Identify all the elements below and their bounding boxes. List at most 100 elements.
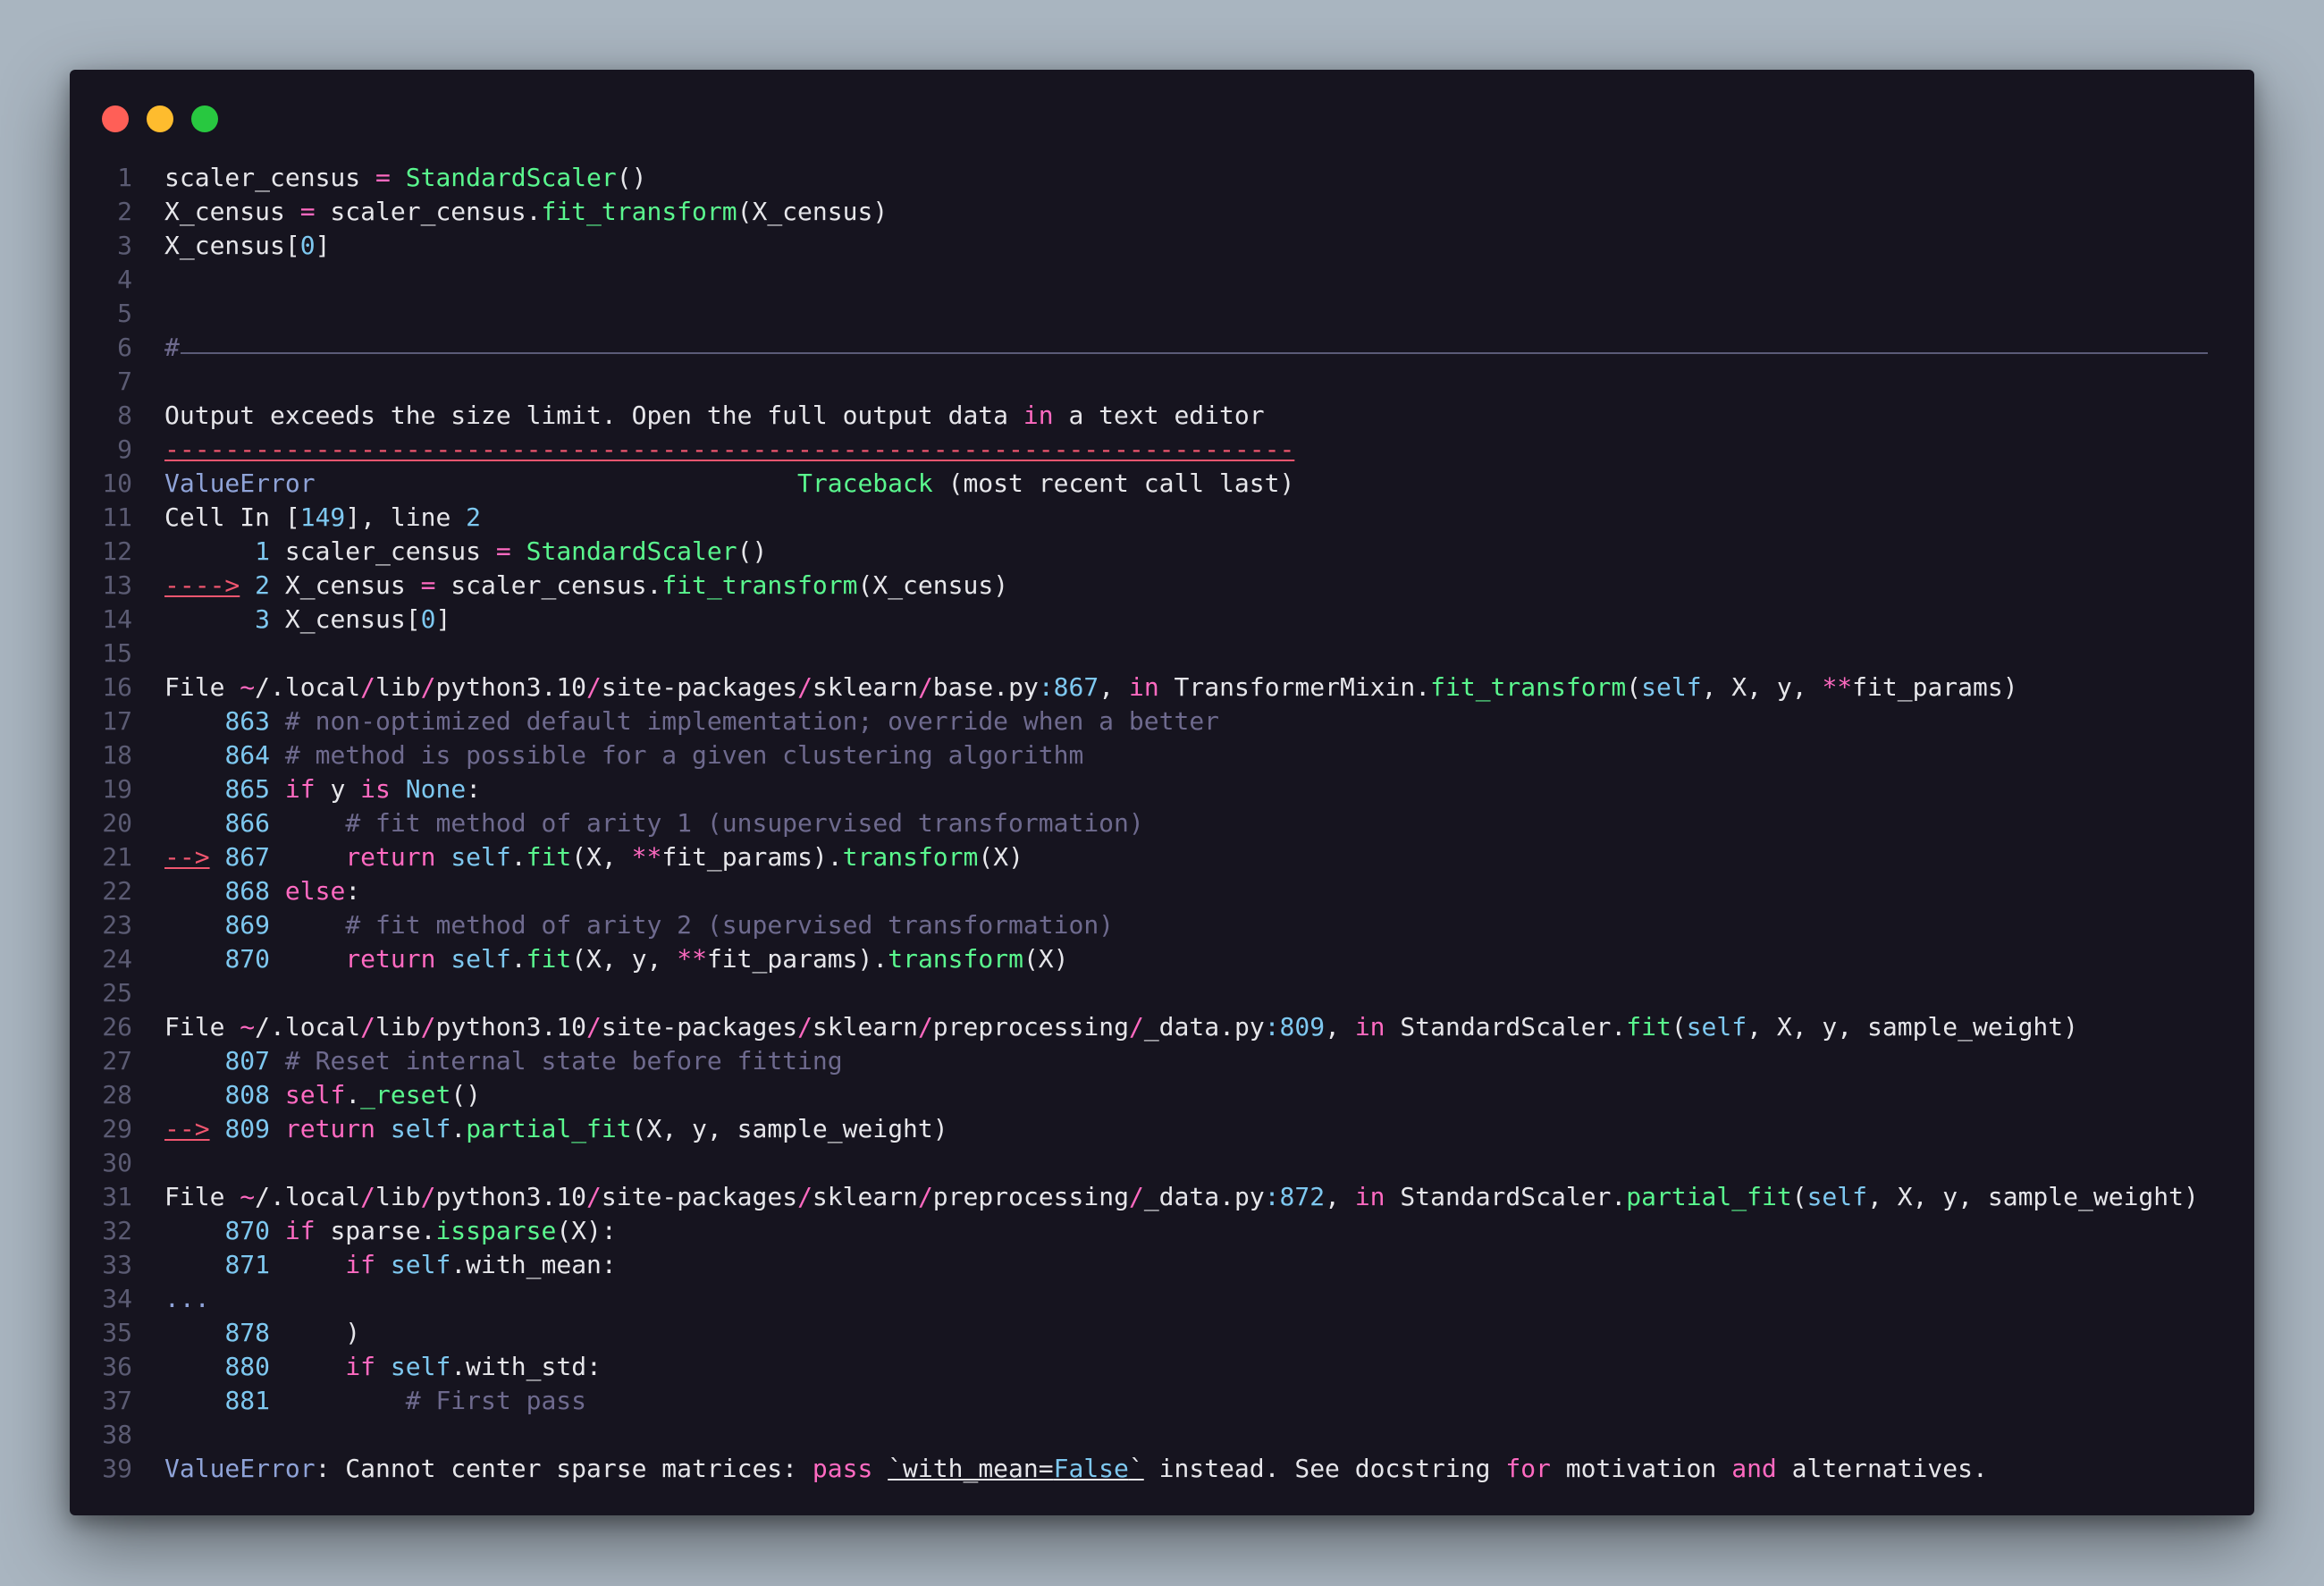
code-token: scaler_census. xyxy=(315,197,542,226)
code-token: site-packages xyxy=(601,1182,798,1211)
code-token: (X_census) xyxy=(857,570,1009,600)
line-number: 25 xyxy=(102,978,132,1008)
line-number: 35 xyxy=(102,1318,132,1347)
code-line: 10 ValueError Traceback (most recent call… xyxy=(70,467,2254,501)
code-line: 5 xyxy=(70,297,2254,331)
code-token: sklearn xyxy=(812,672,918,702)
code-token: / xyxy=(1128,1012,1144,1042)
code-token: sklearn xyxy=(812,1182,918,1211)
code-line: 8 Output exceeds the size limit. Open the… xyxy=(70,399,2254,433)
line-text: 863 # non-optimized default implementati… xyxy=(164,704,1219,738)
code-token: 880 xyxy=(224,1352,271,1381)
code-token: site-packages xyxy=(601,1012,798,1042)
code-token: `with_mean= xyxy=(888,1454,1054,1483)
code-token: / xyxy=(797,672,813,702)
code-token: return xyxy=(345,944,436,974)
code-token: / xyxy=(917,1012,933,1042)
code-token: return xyxy=(284,1114,376,1143)
code-token: 870 xyxy=(224,1216,271,1245)
line-text: 881 # First pass xyxy=(164,1384,586,1418)
code-token: / xyxy=(917,1182,933,1211)
code-token: , xyxy=(1099,672,1129,702)
code-line: 36 880 if self.with_std: xyxy=(70,1350,2254,1384)
code-token: 809 xyxy=(224,1114,271,1143)
code-line: 25 xyxy=(70,976,2254,1010)
code-output: 1 scaler_census = StandardScaler() 2 X_cens… xyxy=(70,161,2254,1486)
code-token: ** xyxy=(631,842,662,872)
line-text: 864 # method is possible for a given clu… xyxy=(164,738,1083,772)
code-token: 807 xyxy=(224,1046,271,1076)
code-token: --> xyxy=(164,842,210,872)
line-number: 21 xyxy=(102,842,132,872)
code-token: = xyxy=(420,570,436,600)
line-number: 37 xyxy=(102,1386,132,1415)
zoom-button[interactable] xyxy=(191,105,218,132)
line-text: 3 X_census[0] xyxy=(164,603,450,637)
line-number: 5 xyxy=(117,299,132,328)
code-token: scaler_census xyxy=(270,536,496,566)
code-token: preprocessing xyxy=(932,1182,1129,1211)
code-line: 28 808 self._reset() xyxy=(70,1078,2254,1112)
code-token: if xyxy=(284,774,316,804)
code-token: (X) xyxy=(1023,944,1069,974)
line-text: File ~/.local/lib/python3.10/site-packag… xyxy=(164,671,2018,704)
line-number: 27 xyxy=(102,1046,132,1076)
code-token: self xyxy=(390,1352,451,1381)
code-token: () xyxy=(737,536,768,566)
code-token: python3.10 xyxy=(435,1182,587,1211)
code-token: y xyxy=(315,774,361,804)
code-token: / xyxy=(360,1182,376,1211)
code-token: : xyxy=(345,876,361,906)
line-number: 29 xyxy=(102,1114,132,1143)
code-token: ) xyxy=(270,1318,361,1347)
close-button[interactable] xyxy=(102,105,129,132)
code-token: ~ xyxy=(240,1012,256,1042)
code-token: ** xyxy=(677,944,707,974)
line-number: 6 xyxy=(117,333,132,362)
line-text: ValueError Traceback (most recent call l… xyxy=(164,467,1294,501)
code-token: self xyxy=(390,1114,451,1143)
code-token: X_census[ xyxy=(164,231,300,260)
code-token: if xyxy=(284,1216,316,1245)
code-token: 2 xyxy=(466,502,482,532)
code-token: # method is possible for a given cluster… xyxy=(284,740,1084,770)
code-token: 878 xyxy=(224,1318,271,1347)
code-token: # fit method of arity 1 (unsupervised tr… xyxy=(345,808,1144,838)
code-line: 23 869 # fit method of arity 2 (supervis… xyxy=(70,908,2254,942)
line-text: X_census = scaler_census.fit_transform(X… xyxy=(164,195,888,229)
minimize-button[interactable] xyxy=(147,105,173,132)
code-token: fit_transform xyxy=(541,197,737,226)
code-token: ] xyxy=(315,231,331,260)
code-token: ( xyxy=(1626,672,1642,702)
line-text: 1 scaler_census = StandardScaler() xyxy=(164,535,767,569)
code-token: lib xyxy=(375,1012,421,1042)
code-token: (X, y, xyxy=(571,944,678,974)
line-number: 14 xyxy=(102,604,132,634)
line-text: 878 ) xyxy=(164,1316,360,1350)
line-number: 11 xyxy=(102,502,132,532)
line-number: 4 xyxy=(117,265,132,294)
code-line: 6 # xyxy=(70,331,2254,365)
code-token: 881 xyxy=(224,1386,271,1415)
code-token: fit xyxy=(526,944,572,974)
code-token: :867 xyxy=(1038,672,1099,702)
line-text: Cell In [149], line 2 xyxy=(164,501,481,535)
code-token: : xyxy=(466,774,482,804)
code-token: : Cannot center sparse matrices: xyxy=(315,1454,813,1483)
code-token: fit_transform xyxy=(1430,672,1627,702)
